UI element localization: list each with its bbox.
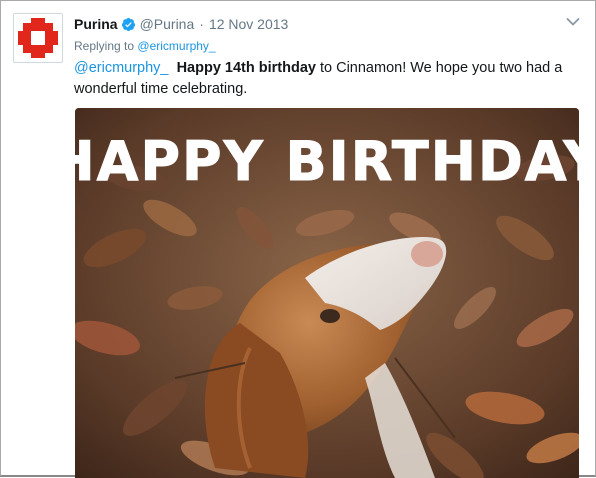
tweet-text-bold: Happy 14th birthday bbox=[176, 60, 316, 76]
verified-badge-icon bbox=[121, 17, 136, 32]
separator-dot: · bbox=[199, 16, 204, 32]
birthday-dog-photo: HAPPY BIRTHDAY bbox=[75, 108, 579, 478]
purina-checkerboard-logo-icon bbox=[18, 18, 58, 58]
avatar[interactable] bbox=[13, 13, 63, 63]
tweet-media-image[interactable]: HAPPY BIRTHDAY bbox=[75, 108, 579, 478]
mention-link[interactable]: @ericmurphy_ bbox=[74, 60, 169, 76]
tweet-timestamp[interactable]: 12 Nov 2013 bbox=[209, 15, 288, 33]
tweet-card: Purina @Purina · 12 Nov 2013 Replying to… bbox=[0, 0, 596, 478]
display-name[interactable]: Purina bbox=[74, 15, 118, 33]
replying-to-line: Replying to @ericmurphy_ bbox=[74, 38, 216, 54]
media-caption-text: HAPPY BIRTHDAY bbox=[75, 130, 579, 193]
replying-to-link[interactable]: @ericmurphy_ bbox=[137, 39, 215, 53]
chevron-down-icon[interactable] bbox=[566, 15, 580, 29]
replying-to-label: Replying to bbox=[74, 39, 135, 53]
tweet-header: Purina @Purina · 12 Nov 2013 bbox=[74, 14, 288, 34]
user-handle[interactable]: @Purina bbox=[140, 15, 195, 33]
tweet-text: @ericmurphy_ Happy 14th birthday to Cinn… bbox=[74, 58, 574, 100]
